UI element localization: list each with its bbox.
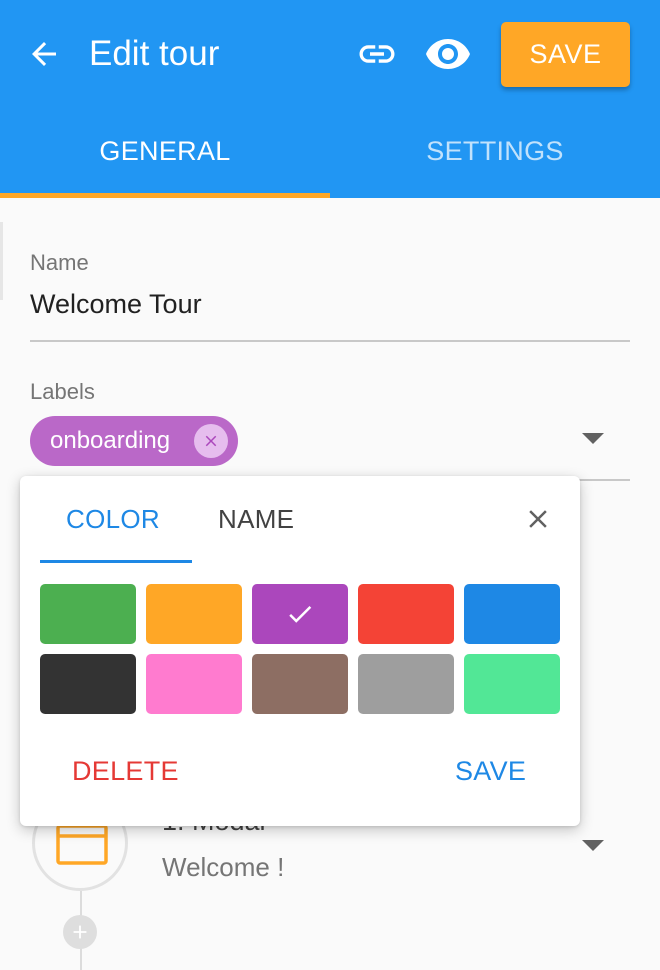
save-label-button[interactable]: SAVE [455, 749, 526, 793]
step-expand-icon[interactable] [582, 840, 604, 851]
preview-button[interactable] [424, 30, 472, 78]
delete-label-button[interactable]: DELETE [72, 749, 179, 793]
popup-tab-color[interactable]: COLOR [66, 498, 160, 540]
name-input[interactable]: Welcome Tour [30, 289, 202, 320]
color-swatch[interactable] [358, 584, 454, 644]
remove-chip-button[interactable] [194, 424, 228, 458]
tab-general[interactable]: GENERAL [0, 118, 330, 184]
labels-dropdown-icon[interactable] [582, 433, 604, 444]
drawer-edge [0, 222, 3, 300]
color-swatch[interactable] [40, 584, 136, 644]
color-swatch[interactable] [252, 654, 348, 714]
popup-close-button[interactable] [516, 497, 560, 541]
arrow-left-icon [32, 42, 56, 66]
copy-link-button[interactable] [353, 30, 401, 78]
labels-label: Labels [30, 379, 95, 404]
color-swatch[interactable] [464, 654, 560, 714]
plus-icon [73, 925, 87, 939]
color-swatch[interactable] [40, 654, 136, 714]
color-swatch[interactable] [464, 584, 560, 644]
name-underline [30, 340, 630, 342]
link-icon [359, 45, 395, 63]
app-bar: Edit tour SAVE GENERAL SETTINGS [0, 0, 660, 198]
page-title: Edit tour [89, 34, 220, 73]
back-button[interactable] [20, 30, 68, 78]
label-chip-text: onboarding [50, 427, 171, 454]
color-swatch[interactable] [358, 654, 454, 714]
check-icon [289, 605, 312, 623]
save-button[interactable]: SAVE [501, 22, 630, 87]
eye-icon [426, 39, 470, 69]
popup-tab-indicator [40, 560, 192, 563]
name-label: Name [30, 250, 89, 275]
color-swatch[interactable] [146, 584, 242, 644]
close-icon [529, 510, 547, 528]
popup-tab-name[interactable]: NAME [218, 498, 294, 540]
color-swatch[interactable] [252, 584, 348, 644]
color-swatch-grid [40, 584, 560, 714]
active-tab-indicator [0, 193, 330, 198]
add-step-button[interactable] [63, 915, 97, 949]
label-chip[interactable]: onboarding [30, 416, 238, 466]
modal-icon [56, 824, 108, 865]
label-edit-popup: COLOR NAME DELETE SAVE [20, 476, 580, 826]
step-subtitle: Welcome ! [162, 852, 285, 882]
tab-settings[interactable]: SETTINGS [330, 118, 660, 184]
close-icon [205, 435, 217, 447]
color-swatch[interactable] [146, 654, 242, 714]
